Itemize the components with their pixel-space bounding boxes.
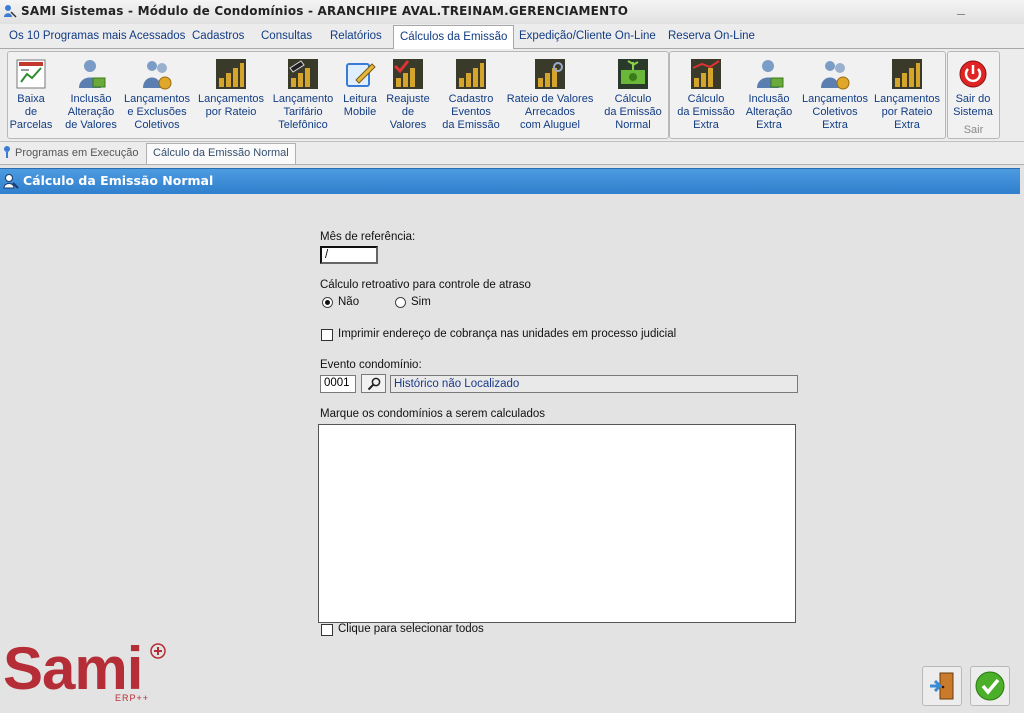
menu-tab-reserva[interactable]: Reserva On-Line [668, 27, 755, 47]
money-plant-icon [618, 59, 648, 89]
print-address-label[interactable]: Imprimir endereço de cobrança nas unidad… [338, 328, 676, 340]
calculo-emissao-normal-button[interactable]: Cálculo da Emissão Normal [601, 49, 665, 133]
person-icon [4, 146, 10, 158]
event-code-input[interactable]: 0001 [320, 375, 356, 393]
door-exit-icon [930, 672, 954, 700]
menu-tab-consultas[interactable]: Consultas [261, 27, 312, 47]
leitura-mobile-button[interactable]: Leitura Mobile [338, 49, 382, 133]
button-label: Reajuste de Valores [386, 93, 430, 131]
window-title: SAMI Sistemas - Módulo de Condomínios - … [21, 4, 629, 18]
coins-chart-icon [892, 59, 922, 89]
button-label: Sair do Sistema [953, 93, 993, 118]
person-money-icon [757, 60, 784, 88]
coins-chart-icon [456, 59, 486, 89]
panel-title: Cálculo da Emissão Normal [23, 173, 214, 188]
calculo-emissao-extra-button[interactable]: Cálculo da Emissão Extra [675, 49, 737, 133]
invoice-icon [16, 59, 46, 89]
lancamentos-coletivos-extra-button[interactable]: Lançamentos Coletivos Extra [800, 49, 870, 133]
search-icon [367, 377, 381, 391]
power-icon [959, 60, 987, 88]
document-tab-bar: Programas em Execução Cálculo da Emissão… [0, 142, 1024, 165]
user-search-icon [3, 174, 19, 189]
button-label: Cálculo da Emissão Extra [677, 93, 735, 131]
ribbon-toolbar: Sair Baixa de Parcelas Inclusão Alteraçã… [0, 49, 1024, 142]
coins-chart-icon [216, 59, 246, 89]
button-label: Lançamentos por Rateio Extra [873, 93, 941, 131]
button-label: Rateio de Valores Arrecados com Aluguel [506, 93, 594, 131]
sami-logo: Sami ERP++ [3, 635, 173, 710]
person-money-icon [79, 60, 106, 88]
button-label: Inclusão Alteração de Valores [65, 93, 117, 131]
print-address-checkbox[interactable] [321, 329, 333, 341]
month-ref-input[interactable]: / [320, 246, 378, 264]
coins-key-icon [535, 59, 565, 89]
month-ref-label: Mês de referência: [320, 231, 416, 243]
reajuste-valores-button[interactable]: Reajuste de Valores [384, 49, 432, 133]
minimize-button[interactable]: _ [950, 0, 972, 22]
select-all-checkbox[interactable] [321, 624, 333, 636]
inclusao-alteracao-button[interactable]: Inclusão Alteração de Valores [62, 49, 120, 133]
doc-tab-calculo-emissao[interactable]: Cálculo da Emissão Normal [146, 143, 296, 164]
menu-tab-cadastros[interactable]: Cadastros [192, 27, 244, 47]
lancamentos-rateio-button[interactable]: Lançamentos por Rateio [196, 49, 266, 133]
doc-tab-label: Programas em Execução [15, 147, 139, 159]
check-icon [975, 671, 1005, 701]
cadastro-eventos-button[interactable]: Cadastro Eventos da Emissão [440, 49, 502, 133]
menu-tab-calculos-emissao[interactable]: Cálculos da Emissão [393, 25, 515, 49]
panel-header: Cálculo da Emissão Normal [0, 168, 1020, 194]
people-money-icon [143, 61, 172, 90]
menu-tab-relatorios[interactable]: Relatórios [330, 27, 382, 47]
exit-button[interactable] [922, 666, 962, 706]
window-title-bar: SAMI Sistemas - Módulo de Condomínios - … [0, 0, 1024, 25]
button-label: Lançamentos Coletivos Extra [801, 93, 869, 131]
button-label: Leitura Mobile [343, 93, 377, 118]
button-label: Lançamento Tarifário Telefônico [272, 93, 334, 131]
confirm-button[interactable] [970, 666, 1010, 706]
menu-tab-expedicao[interactable]: Expedição/Cliente On-Line [519, 27, 656, 47]
button-label: Lançamentos por Rateio [197, 93, 265, 118]
lancamento-tarifario-button[interactable]: Lançamento Tarifário Telefônico [270, 49, 336, 133]
event-search-button[interactable] [361, 374, 386, 393]
sair-sistema-button[interactable]: Sair do Sistema [948, 49, 998, 133]
button-label: Inclusão Alteração Extra [745, 93, 793, 131]
people-money-icon [821, 61, 850, 90]
inclusao-alteracao-extra-button[interactable]: Inclusão Alteração Extra [741, 49, 797, 133]
lancamentos-exclusoes-button[interactable]: Lançamentos e Exclusões Coletivos [122, 49, 192, 133]
button-label: Cálculo da Emissão Normal [604, 93, 662, 131]
select-all-label[interactable]: Clique para selecionar todos [338, 623, 484, 635]
baixa-parcelas-button[interactable]: Baixa de Parcelas [8, 49, 54, 133]
coins-chart-red-icon [691, 59, 721, 89]
retro-label: Cálculo retroativo para controle de atra… [320, 279, 531, 291]
menu-tab-most-accessed[interactable]: Os 10 Programas mais Acessados [9, 27, 185, 47]
event-description-field: Histórico não Localizado [390, 375, 798, 393]
condos-label: Marque os condomínios a serem calculados [320, 408, 546, 420]
app-icon [4, 5, 17, 18]
menu-bar: Os 10 Programas mais Acessados Cadastros… [0, 24, 1024, 49]
condos-list[interactable] [318, 424, 796, 623]
notepad-pencil-icon [346, 63, 376, 87]
logo-subtext: ERP++ [115, 693, 150, 703]
button-label: Cadastro Eventos da Emissão [442, 93, 500, 131]
retro-yes-radio[interactable] [395, 297, 406, 308]
retro-no-radio[interactable] [322, 297, 333, 308]
retro-yes-label[interactable]: Sim [411, 296, 431, 308]
button-label: Baixa de Parcelas [9, 93, 53, 131]
button-label: Lançamentos e Exclusões Coletivos [123, 93, 191, 131]
coins-check-icon [393, 59, 423, 89]
event-label: Evento condomínio: [320, 359, 422, 371]
retro-no-label[interactable]: Não [338, 296, 359, 308]
lancamentos-rateio-extra-button[interactable]: Lançamentos por Rateio Extra [872, 49, 942, 133]
rateio-aluguel-button[interactable]: Rateio de Valores Arrecados com Aluguel [505, 49, 595, 133]
doc-tab-programas-execucao[interactable]: Programas em Execução [2, 144, 139, 163]
logo-cross-icon [150, 643, 166, 659]
phone-coins-icon [288, 59, 318, 89]
